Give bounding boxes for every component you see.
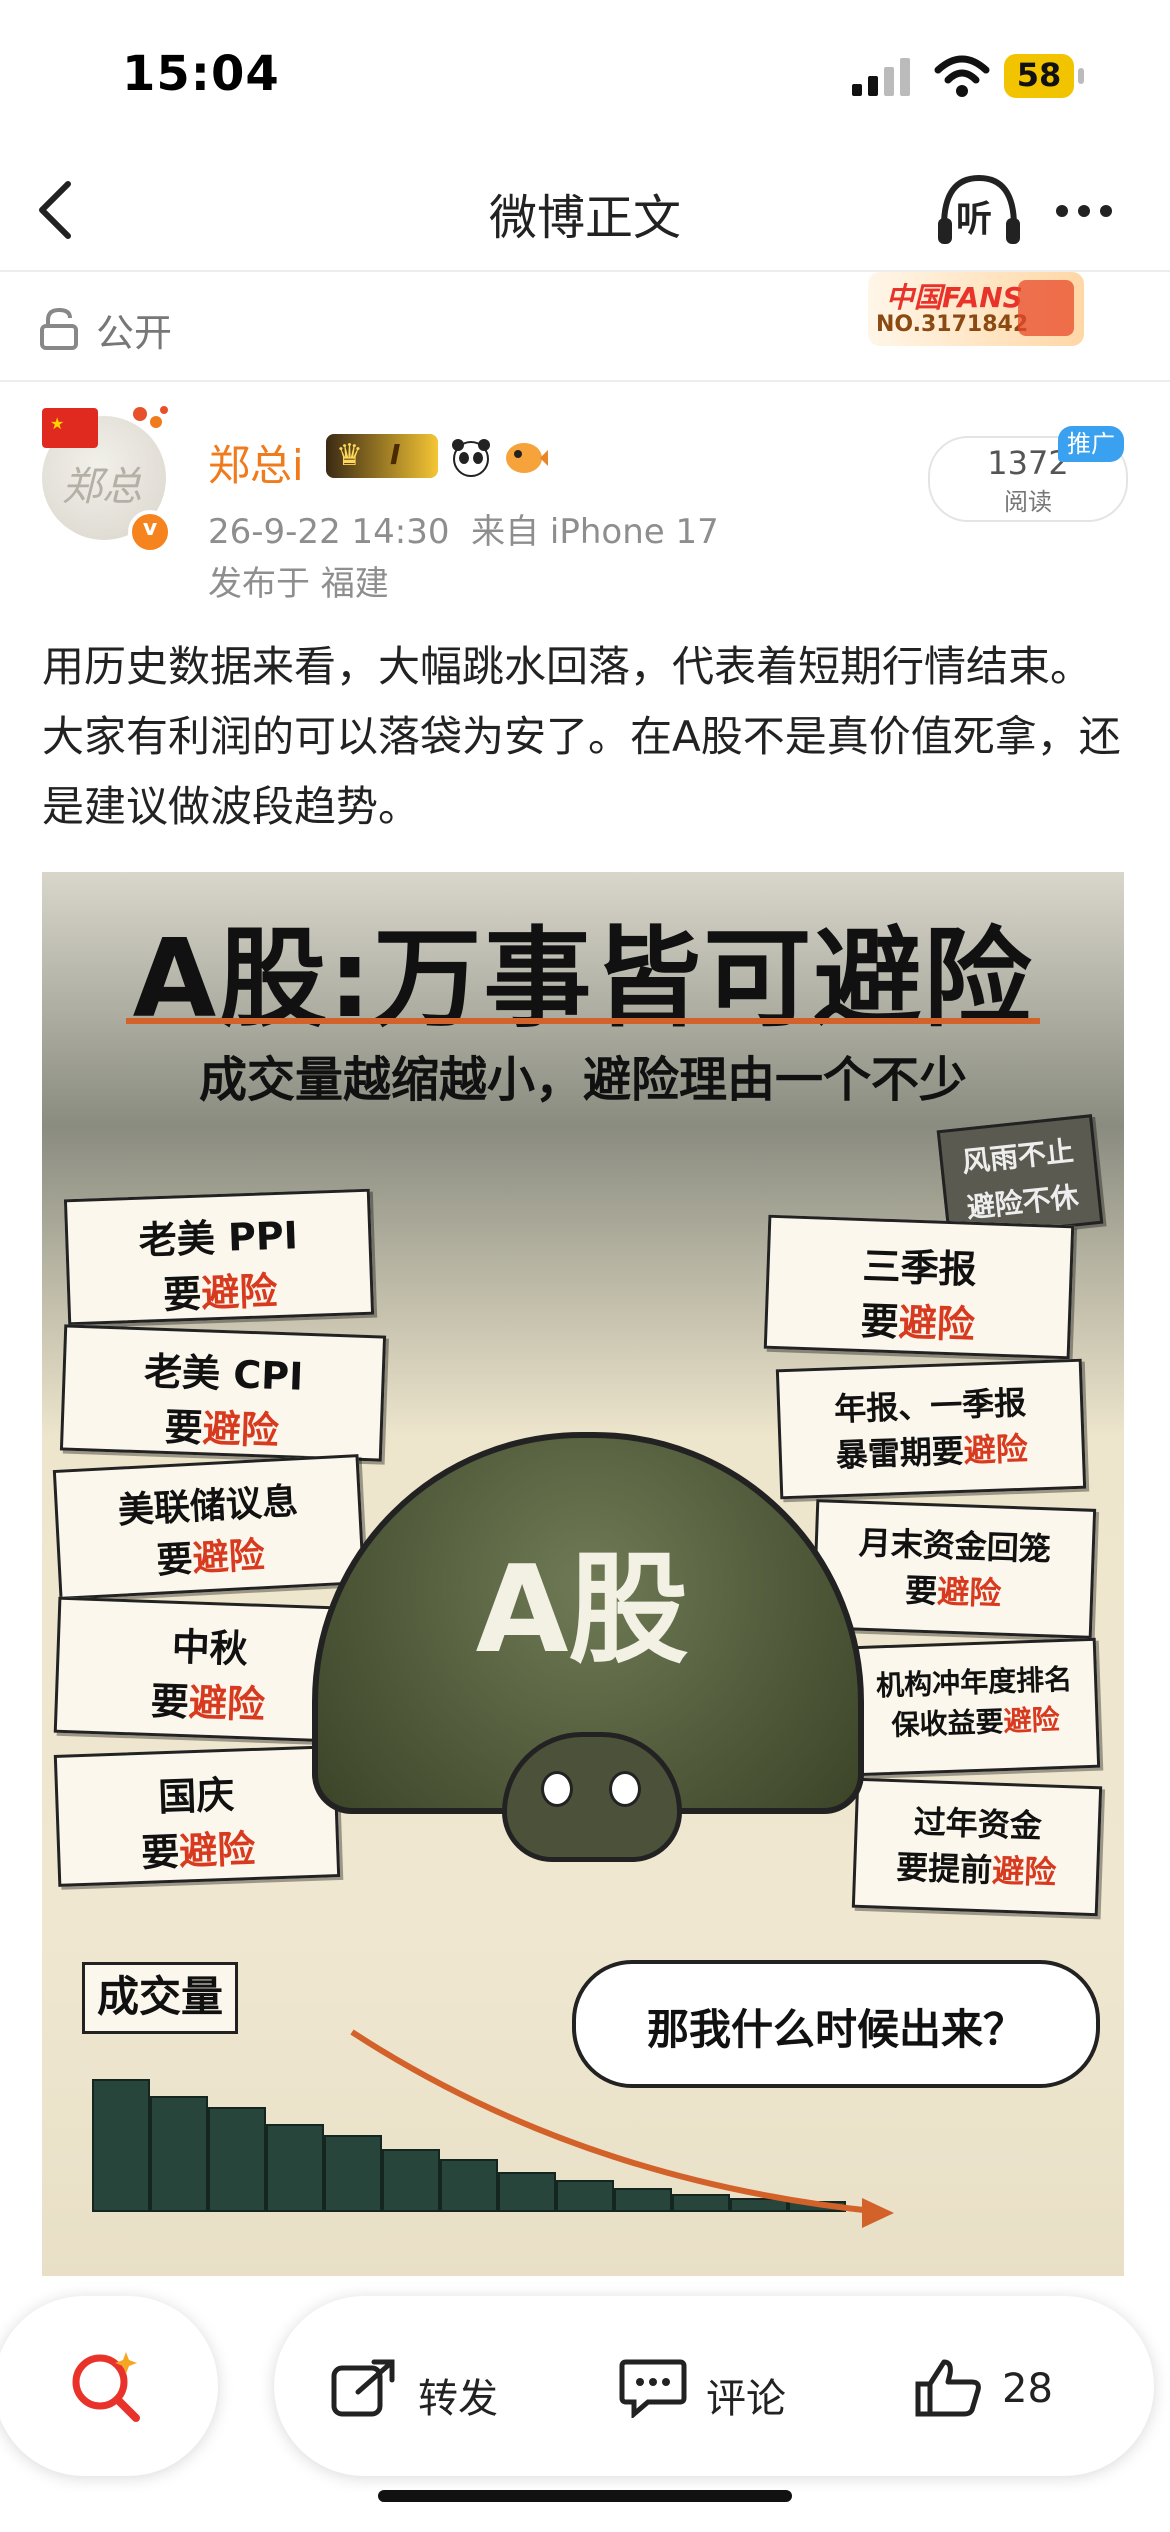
- volume-label: 成交量: [82, 1962, 238, 2034]
- listen-button[interactable]: 听: [934, 170, 1024, 250]
- note-new-year-line2: 要提前避险: [895, 1848, 1057, 1892]
- fans-number: NO.3171842: [876, 312, 1029, 337]
- note-new-year-line1: 过年资金: [913, 1802, 1043, 1846]
- note-q3-line2: 要避险: [859, 1299, 976, 1347]
- note-annual-line1: 年报、一季报: [833, 1383, 1027, 1429]
- note-cpi-line1: 老美 CPI: [143, 1349, 304, 1399]
- visibility-row: 公开 中国FANS NO.3171842: [0, 272, 1170, 382]
- note-month-end-line2: 要避险: [904, 1571, 1002, 1613]
- note-institution-line1: 机构冲年度排名: [875, 1662, 1073, 1703]
- status-time: 15:04: [122, 46, 280, 102]
- thumbs-up-icon: [915, 2359, 981, 2417]
- volume-bar: [266, 2124, 324, 2212]
- more-options-icon[interactable]: [1056, 202, 1126, 222]
- pufferfish-icon: [506, 443, 548, 473]
- visibility-label: 公开: [96, 311, 173, 355]
- note-ppi-line2: 要避险: [162, 1269, 279, 1317]
- post-header: 郑总 ★ v 郑总i ♛ I 26-9-22 14:30 来自 iPhone 1…: [0, 392, 1170, 612]
- search-icon: [72, 2352, 140, 2422]
- vip-badge[interactable]: ♛ I: [326, 434, 438, 478]
- corner-sign-line-2: 避险不休: [965, 1180, 1081, 1225]
- battery-indicator: 58: [1004, 54, 1088, 98]
- image-title-underline: [126, 1018, 1040, 1024]
- action-pill: 转发 评论 28: [274, 2296, 1154, 2476]
- note-new-year-funds: 过年资金 要提前避险: [851, 1777, 1103, 1917]
- note-fed-line2: 要避险: [155, 1535, 266, 1582]
- post-location: 发布于 福建: [208, 564, 389, 604]
- note-annual-line2: 暴雷期要避险: [835, 1429, 1029, 1475]
- promo-tag: 推广: [1058, 426, 1124, 462]
- post-text: 用历史数据来看，大幅跳水回落，代表着短期行情结束。大家有利润的可以落袋为安了。在…: [42, 642, 1121, 831]
- fans-brand: 中国FANS: [886, 281, 1023, 314]
- navigation-bar: 微博正文 听: [0, 150, 1170, 272]
- note-q3-line1: 三季报: [861, 1244, 978, 1292]
- flower-decoration-icon: [133, 406, 168, 428]
- image-title: A股:万事皆可避险: [132, 917, 1034, 1042]
- post-image[interactable]: A股:万事皆可避险 成交量越缩越小，避险理由一个不少 风雨不止 避险不休 老美 …: [42, 872, 1124, 2284]
- repost-icon: [331, 2359, 395, 2417]
- note-ppi: 老美 PPI 要避险: [63, 1188, 375, 1326]
- avatar-calligraphy: 郑总: [62, 464, 142, 510]
- note-national-day: 国庆 要避险: [53, 1745, 341, 1887]
- repost-button[interactable]: 转发: [330, 2358, 530, 2422]
- comment-label: 评论: [706, 2376, 786, 2422]
- volume-bar: [150, 2096, 208, 2212]
- note-institution-line2: 保收益要避险: [891, 1703, 1061, 1742]
- home-indicator[interactable]: [378, 2490, 792, 2502]
- comment-icon: [619, 2359, 687, 2418]
- note-national-day-line1: 国庆: [157, 1772, 236, 1820]
- author-name[interactable]: 郑总i: [208, 432, 304, 493]
- china-flag-icon: ★: [42, 408, 98, 448]
- back-arrow-icon[interactable]: [30, 178, 80, 242]
- cellular-signal-icon: [852, 58, 910, 96]
- like-count: 28: [1002, 2366, 1053, 2412]
- comment-button[interactable]: 评论: [618, 2358, 818, 2422]
- note-q3-report: 三季报 要避险: [763, 1214, 1075, 1360]
- note-ppi-line1: 老美 PPI: [138, 1213, 299, 1263]
- image-subtitle: 成交量越缩越小，避险理由一个不少: [198, 1052, 967, 1108]
- listen-label: 听: [956, 199, 993, 240]
- volume-bar: [208, 2107, 266, 2212]
- status-bar: 15:04 58: [0, 0, 1170, 150]
- verified-badge-icon: v: [128, 510, 172, 554]
- unlock-icon: [40, 308, 78, 350]
- post-source: 来自 iPhone 17: [471, 512, 719, 552]
- search-button[interactable]: [0, 2296, 218, 2476]
- tiananmen-icon: [1018, 280, 1074, 336]
- vip-rank: I: [390, 438, 401, 471]
- crown-icon: ♛: [336, 438, 363, 473]
- like-button[interactable]: 28: [914, 2358, 1114, 2418]
- downtrend-arrow-icon: [350, 2029, 894, 2228]
- wifi-icon: [934, 55, 990, 97]
- read-label: 阅读: [1004, 488, 1052, 516]
- note-cpi-line2: 要避险: [163, 1405, 280, 1453]
- repost-label: 转发: [418, 2376, 498, 2422]
- note-annual-report: 年报、一季报 暴雷期要避险: [775, 1358, 1087, 1500]
- note-institution-ranking: 机构冲年度排名 保收益要避险: [849, 1637, 1101, 1777]
- turtle-face: [502, 1732, 682, 1862]
- post-timestamp: 26-9-22 14:30: [208, 512, 450, 552]
- turtle-label: A股: [475, 1541, 689, 1680]
- note-mid-autumn-line2: 要避险: [150, 1679, 266, 1727]
- battery-level: 58: [1016, 56, 1062, 94]
- panda-icon: [452, 439, 490, 477]
- note-national-day-line2: 要避险: [140, 1827, 256, 1875]
- post-meta: 26-9-22 14:30 来自 iPhone 17: [208, 504, 719, 553]
- fans-badge[interactable]: 中国FANS NO.3171842: [868, 272, 1084, 346]
- note-cpi: 老美 CPI 要避险: [59, 1324, 387, 1462]
- volume-bar: [92, 2079, 150, 2212]
